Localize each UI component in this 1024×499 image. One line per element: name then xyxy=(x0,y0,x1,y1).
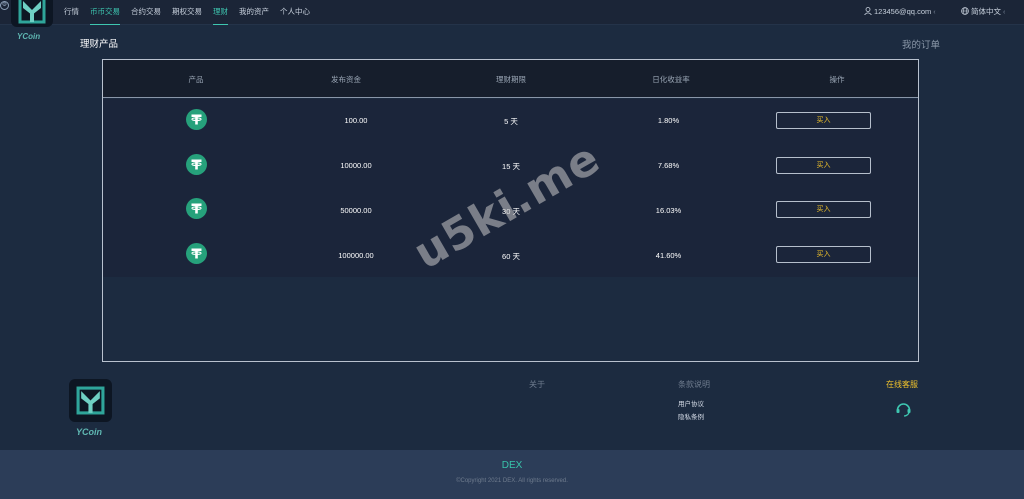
footer-brand-name: YCoin xyxy=(76,427,102,437)
user-icon xyxy=(864,7,872,15)
footer-link-privacy-policy[interactable]: 隐私条例 xyxy=(678,411,704,421)
nav-contract-trading[interactable]: 合约交易 xyxy=(131,0,161,25)
row-rate: 16.03% xyxy=(655,206,682,215)
tether-icon xyxy=(186,109,207,130)
logo[interactable] xyxy=(11,0,53,27)
footer-copyright: ©Copyright 2021 DEX. All rights reserved… xyxy=(456,478,568,484)
header-product: 产品 xyxy=(188,75,204,84)
nav-my-assets[interactable]: 我的资产 xyxy=(239,0,269,25)
row-amount: 100.00 xyxy=(344,116,368,125)
header-term: 理财期限 xyxy=(496,75,526,84)
footer-about[interactable]: 关于 xyxy=(529,379,545,390)
footer-logo xyxy=(69,379,112,422)
footer-link-user-agreement[interactable]: 用户协议 xyxy=(678,398,704,408)
user-email: 123456@qq.com xyxy=(874,7,932,16)
tether-icon xyxy=(186,198,207,219)
footer-terms-title: 条款说明 xyxy=(678,380,710,389)
chevron-down-icon: ‹ xyxy=(933,9,936,16)
header-action: 操作 xyxy=(829,75,845,84)
footer-online-service[interactable]: 在线客服 xyxy=(886,379,918,390)
row-rate: 7.68% xyxy=(657,161,680,170)
tether-icon xyxy=(186,154,207,175)
header-rate: 日化收益率 xyxy=(652,75,690,84)
user-menu[interactable]: 123456@qq.com ‹ xyxy=(864,0,936,25)
row-term: 60 天 xyxy=(502,252,520,261)
row-amount: 100000.00 xyxy=(338,251,374,260)
globe-icon xyxy=(961,7,969,15)
buy-button[interactable]: 买入 xyxy=(776,246,871,263)
nav-options-trading[interactable]: 期权交易 xyxy=(172,0,202,25)
row-rate: 41.60% xyxy=(655,251,682,260)
footer-site-name: DEX xyxy=(501,460,523,471)
nav-market[interactable]: 行情 xyxy=(64,0,79,25)
language-label: 简体中文 xyxy=(971,7,1001,16)
row-amount: 50000.00 xyxy=(340,206,372,215)
settings-icon[interactable]: ⚙ xyxy=(0,1,9,10)
top-navbar: ⚙ 行情 币币交易 合约交易 期权交易 理财 我的资产 个人中心 123456@… xyxy=(0,0,1024,27)
chevron-down-icon: ‹ xyxy=(1003,9,1006,16)
row-rate: 1.80% xyxy=(657,116,680,125)
buy-button[interactable]: 买入 xyxy=(776,112,871,129)
header-amount: 发布资金 xyxy=(331,75,361,84)
logo-icon xyxy=(18,0,46,24)
headset-icon[interactable] xyxy=(895,401,912,417)
page-title: 理财产品 xyxy=(80,39,119,50)
buy-button[interactable]: 买入 xyxy=(776,201,871,218)
nav-spot-trading[interactable]: 币币交易 xyxy=(90,0,120,25)
row-amount: 10000.00 xyxy=(340,161,372,170)
logo-icon xyxy=(76,386,105,415)
table-row: 100000.00 60 天 41.60% 买入 xyxy=(103,233,918,277)
table-row: 100.00 5 天 1.80% 买入 xyxy=(103,99,918,143)
brand-name: YCoin xyxy=(17,32,41,41)
row-term: 5 天 xyxy=(504,117,518,126)
my-orders-link[interactable]: 我的订单 xyxy=(902,37,940,51)
footer-bar xyxy=(0,450,1024,499)
nav-wealth[interactable]: 理财 xyxy=(213,0,228,25)
table-header: 产品 发布资金 理财期限 日化收益率 操作 xyxy=(103,60,918,98)
tether-icon xyxy=(186,243,207,264)
buy-button[interactable]: 买入 xyxy=(776,157,871,174)
nav-personal-center[interactable]: 个人中心 xyxy=(280,0,310,25)
language-menu[interactable]: 简体中文 ‹ xyxy=(961,0,1005,25)
